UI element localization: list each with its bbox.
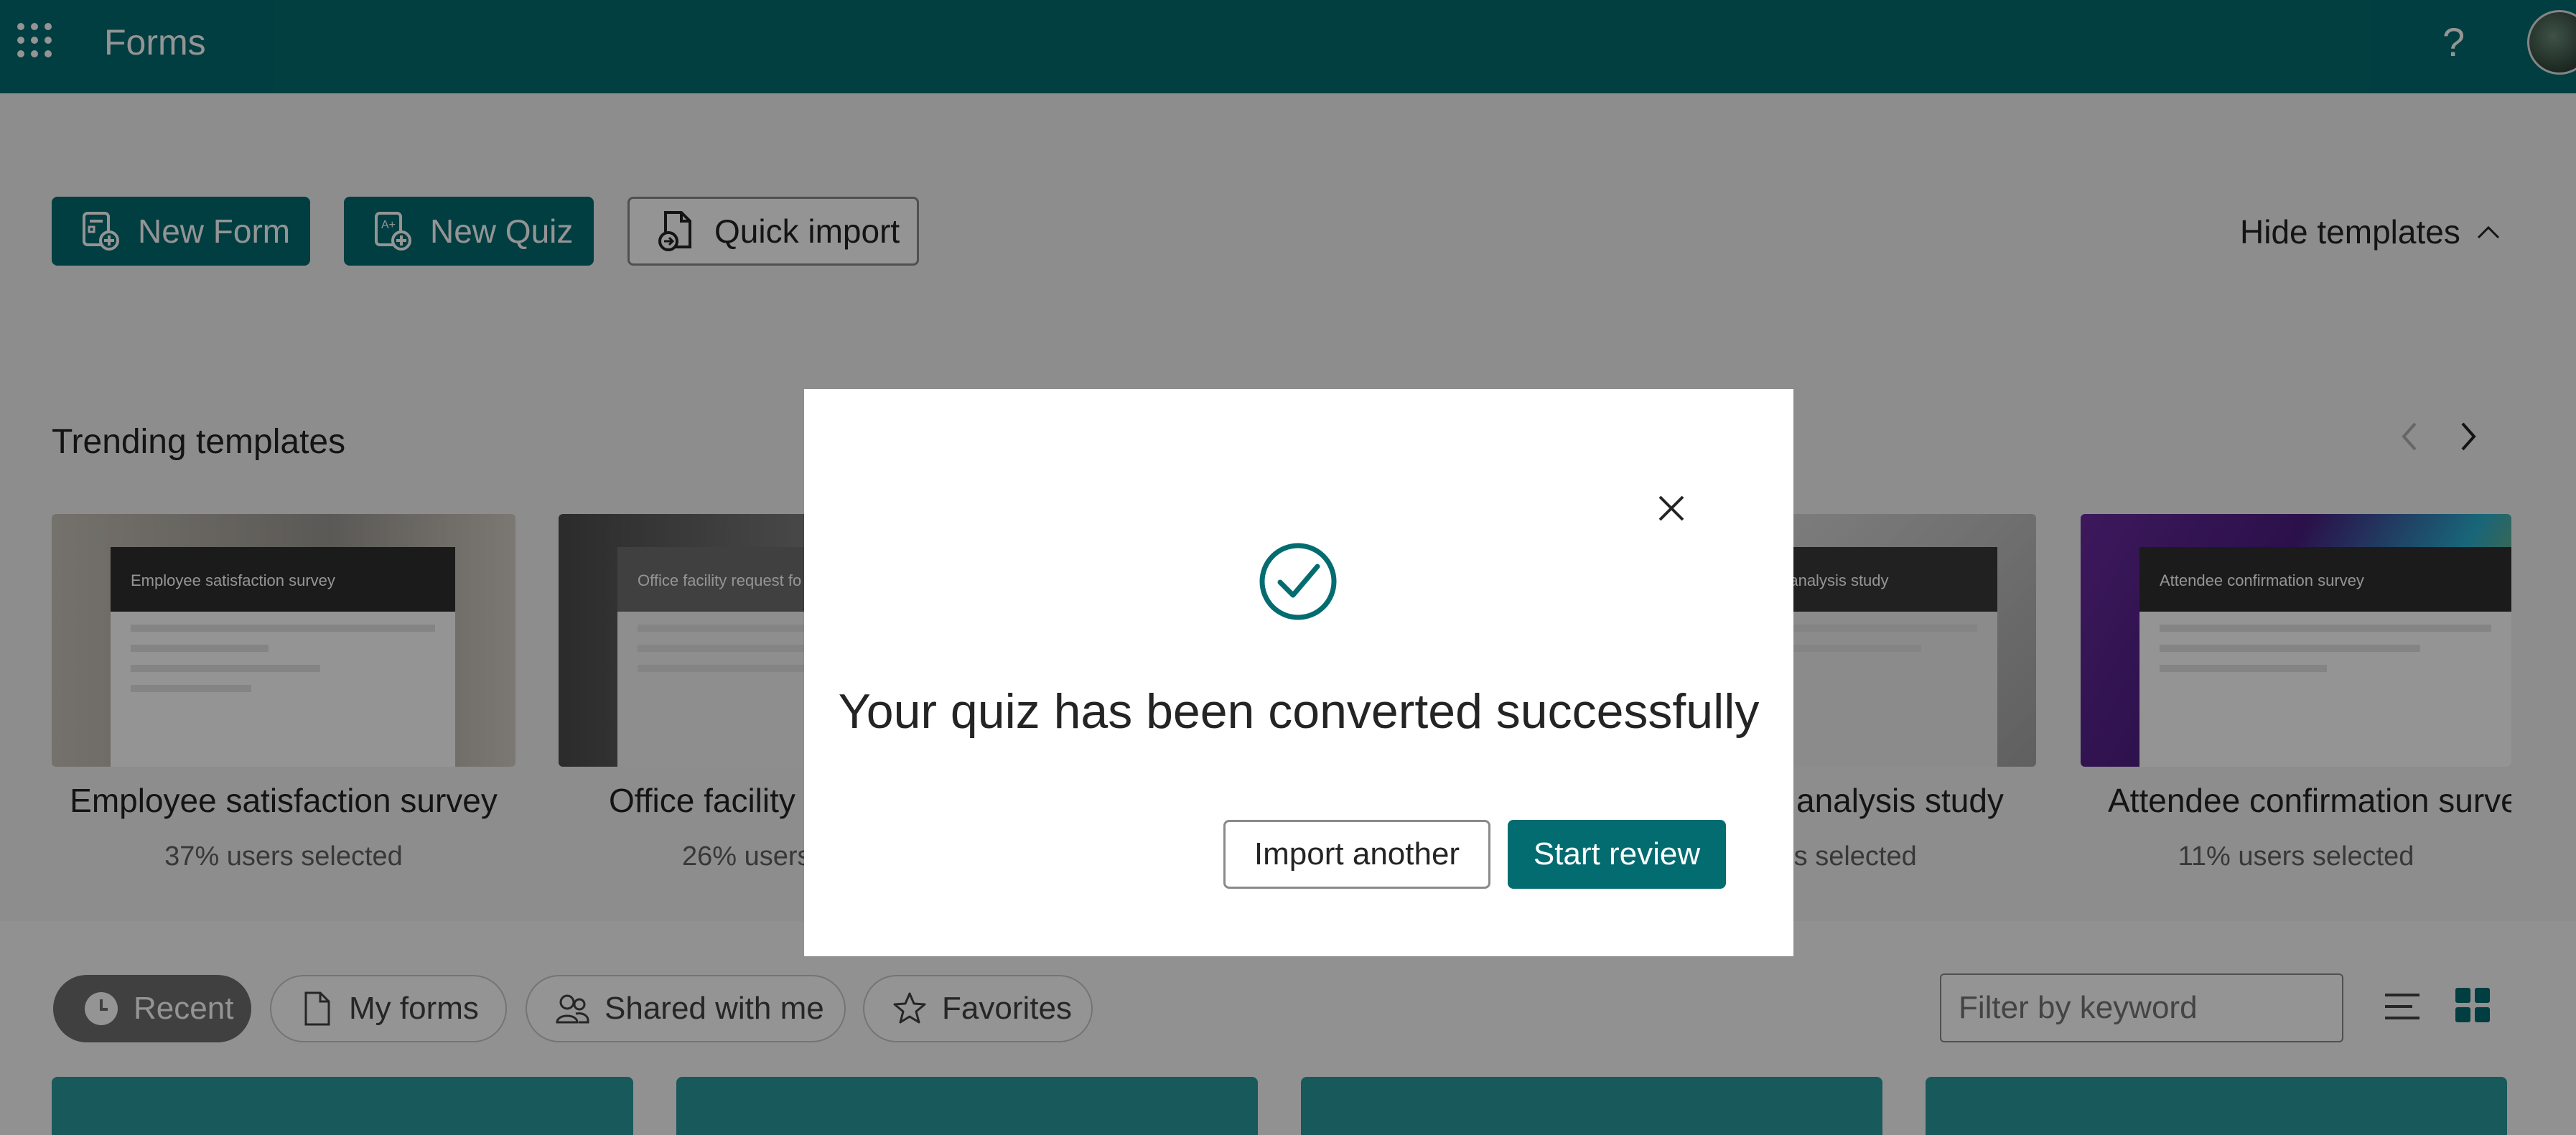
import-another-button[interactable]: Import another — [1223, 820, 1490, 889]
dialog-message: Your quiz has been converted successfull… — [838, 684, 1760, 739]
start-review-button[interactable]: Start review — [1508, 820, 1726, 889]
import-success-dialog: Your quiz has been converted successfull… — [804, 389, 1793, 956]
checkmark-circle-icon — [1259, 543, 1337, 620]
close-icon[interactable] — [1650, 487, 1693, 530]
